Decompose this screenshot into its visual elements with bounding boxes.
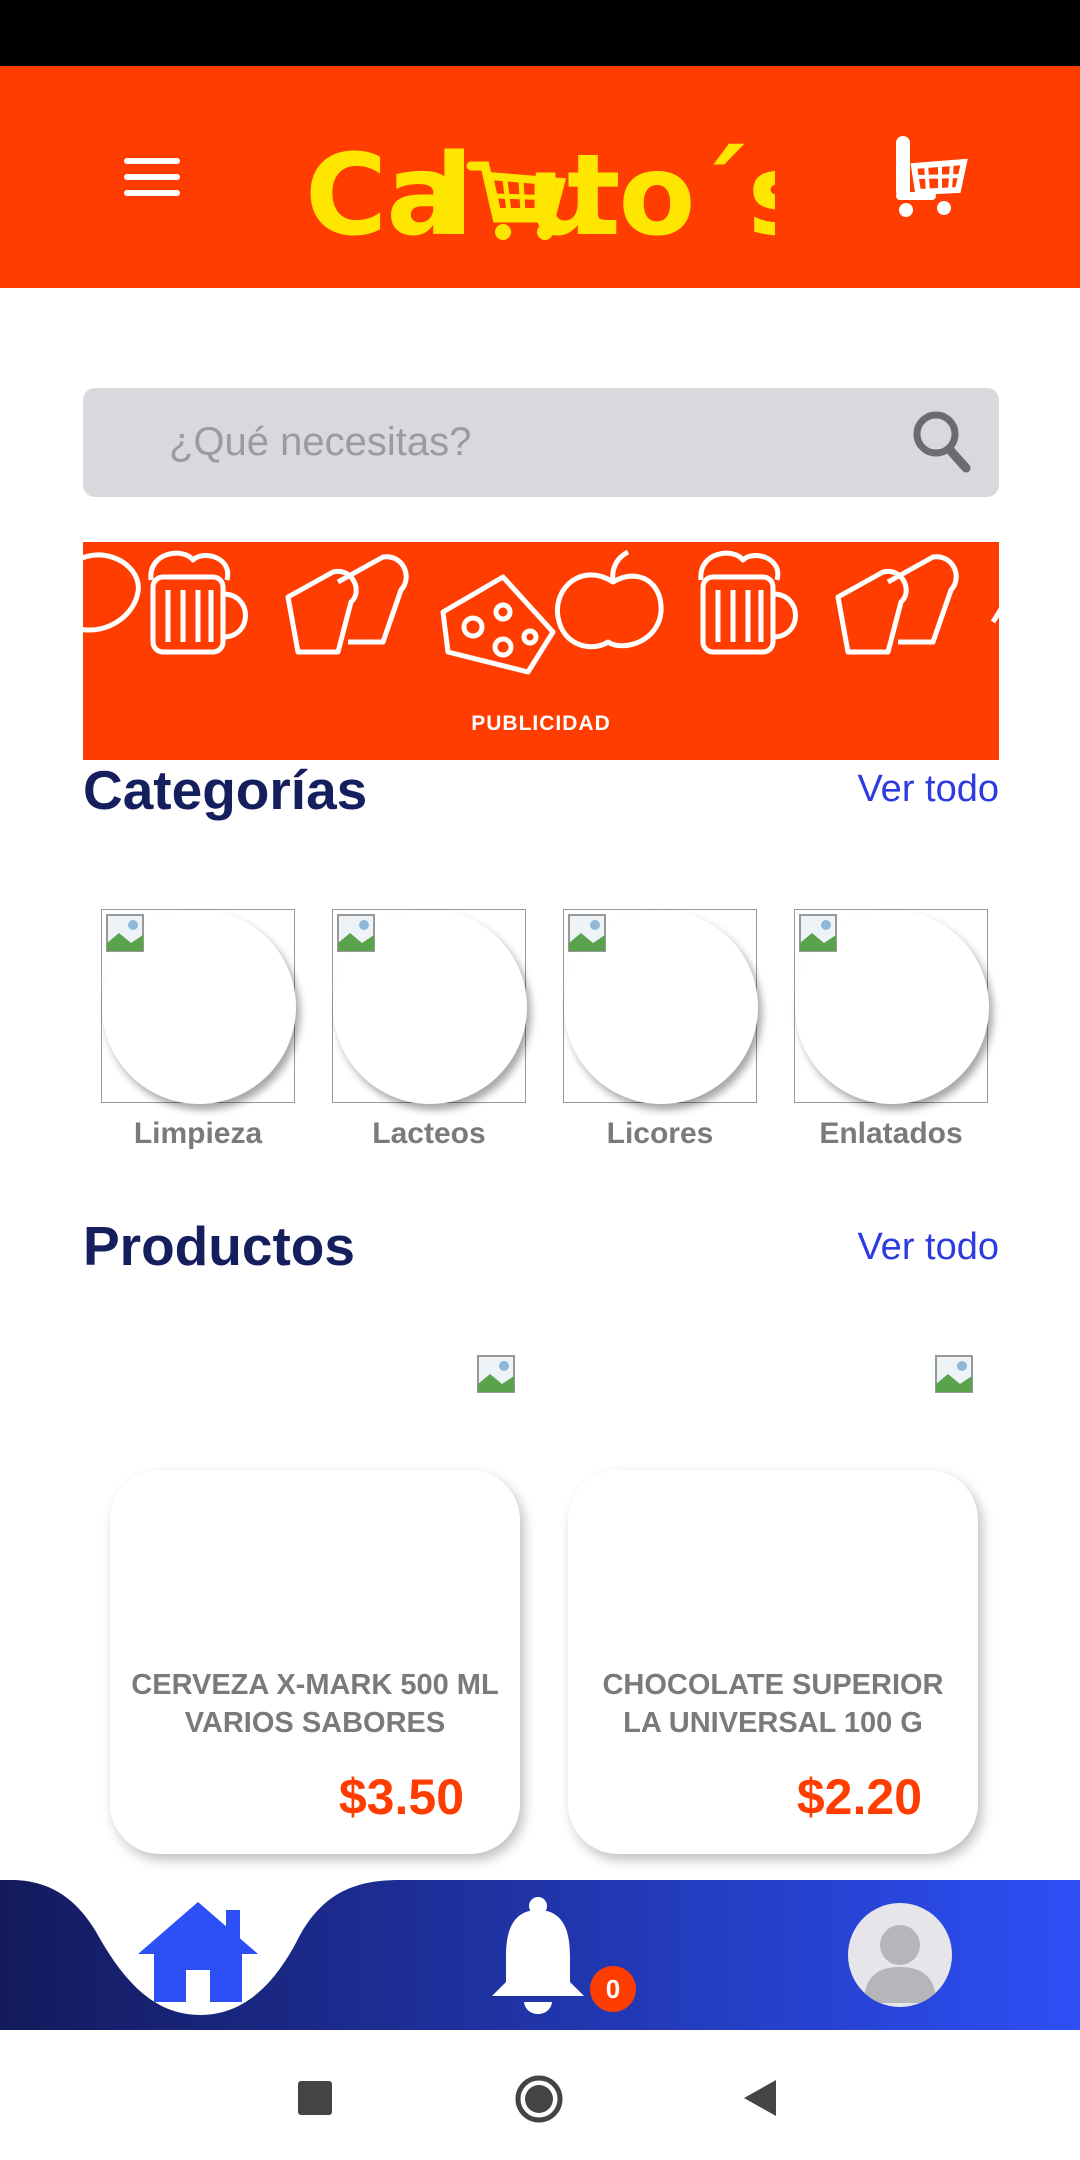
broken-image-icon	[799, 914, 837, 952]
category-item[interactable]: Licores	[563, 909, 758, 1151]
cart-icon[interactable]	[892, 132, 972, 222]
status-bar	[0, 0, 1080, 66]
notification-badge: 0	[590, 1966, 636, 2012]
apple-icon	[554, 549, 664, 650]
products-see-all-link[interactable]: Ver todo	[857, 1226, 999, 1269]
category-image	[563, 909, 758, 1104]
category-image	[101, 909, 296, 1104]
home-circle-icon[interactable]	[514, 2074, 564, 2124]
svg-text:l: l	[435, 131, 472, 256]
broken-image-icon	[337, 914, 375, 952]
category-label: Licores	[606, 1117, 714, 1150]
system-nav-bar	[0, 2030, 1080, 2160]
banner-food-pattern	[83, 549, 999, 675]
category-label: Enlatados	[819, 1117, 963, 1150]
category-item[interactable]: Enlatados	[794, 909, 989, 1151]
broken-image-icon	[935, 1355, 973, 1393]
broken-image-icon	[106, 914, 144, 952]
category-item[interactable]: Limpieza	[101, 909, 296, 1151]
bell-icon[interactable]	[486, 1896, 590, 2018]
back-icon[interactable]	[742, 2078, 778, 2118]
app-header: Ca l to´s u	[0, 66, 1080, 288]
broken-image-icon	[477, 1355, 515, 1393]
svg-text:u: u	[527, 131, 606, 256]
app-logo: Ca l to´s u	[305, 126, 814, 261]
search-input[interactable]	[169, 410, 869, 474]
menu-icon[interactable]	[124, 158, 180, 200]
logo-wordmark: Ca l to´s u	[305, 131, 814, 261]
product-name: CERVEZA X-MARK 500 ML VARIOS SABORES	[131, 1669, 499, 1739]
bread-icon	[285, 554, 409, 655]
product-name: CHOCOLATE SUPERIOR LA UNIVERSAL 100 G	[602, 1669, 944, 1739]
search-icon[interactable]	[912, 410, 972, 474]
beer-mug-icon	[148, 550, 248, 655]
category-label: Limpieza	[133, 1117, 263, 1150]
product-price: $3.50	[338, 1769, 464, 1825]
bread-icon-2	[835, 554, 959, 655]
ad-banner[interactable]: PUBLICIDAD	[83, 542, 999, 760]
categories-see-all-link[interactable]: Ver todo	[857, 768, 999, 811]
search-bar[interactable]	[83, 388, 999, 497]
avatar-icon[interactable]	[848, 1903, 952, 2007]
category-image	[794, 909, 989, 1104]
cheese-icon	[440, 574, 556, 675]
beer-mug-icon-2	[698, 550, 798, 655]
product-card[interactable]: CERVEZA X-MARK 500 ML VARIOS SABORES $3.…	[110, 1470, 520, 1854]
broken-image-icon	[568, 914, 606, 952]
product-price: $2.20	[796, 1769, 922, 1825]
recents-icon[interactable]	[298, 2081, 332, 2115]
product-card[interactable]: CHOCOLATE SUPERIOR LA UNIVERSAL 100 G $2…	[568, 1470, 978, 1854]
category-image	[332, 909, 527, 1104]
banner-label: PUBLICIDAD	[471, 712, 611, 735]
category-item[interactable]: Lacteos	[332, 909, 527, 1151]
categories-title: Categorías	[83, 759, 368, 821]
category-label: Lacteos	[372, 1117, 486, 1150]
products-title: Productos	[83, 1215, 355, 1277]
home-icon[interactable]	[134, 1898, 262, 2004]
